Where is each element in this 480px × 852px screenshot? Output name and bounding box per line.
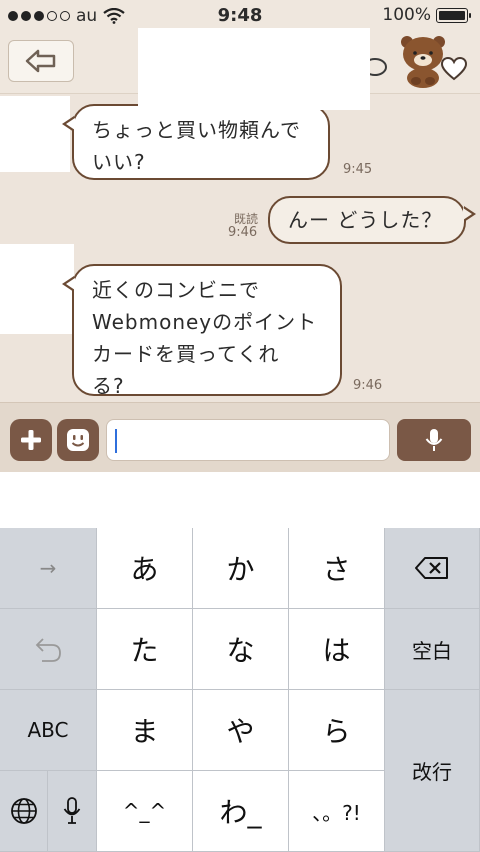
message-timestamp: 9:46 (228, 225, 258, 240)
battery-icon (436, 7, 471, 23)
japanese-kana-keyboard: → あ か さ た な は 空白 ABC ま や ら 改行 ^_^ わ_ 、。?… (0, 528, 480, 852)
message-input-bar (0, 402, 480, 472)
back-button[interactable] (8, 40, 74, 82)
message-text: Webmoneyのポイント (92, 310, 318, 334)
chat-header (0, 28, 480, 110)
key-space[interactable]: 空白 (385, 609, 480, 690)
message-text: いい? (92, 150, 146, 174)
avatar-redacted (0, 96, 70, 172)
key-ha[interactable]: は (289, 609, 385, 690)
key-emoticon[interactable]: ^_^ (97, 771, 193, 852)
emoji-button[interactable] (57, 419, 99, 461)
key-wa[interactable]: わ_ (193, 771, 289, 852)
microphone-icon (425, 429, 443, 451)
microphone-icon (63, 797, 81, 824)
message-timestamp: 9:45 (343, 162, 373, 177)
voice-message-button[interactable] (397, 419, 471, 461)
emoji-face-icon (67, 429, 89, 451)
message-input[interactable] (106, 419, 390, 461)
message-bubble-outgoing[interactable]: んー どうした？ (268, 196, 476, 244)
key-dictation[interactable] (48, 771, 97, 852)
heart-icon[interactable] (440, 56, 468, 82)
plus-icon (21, 430, 41, 450)
key-abc[interactable]: ABC (0, 690, 97, 771)
message-list[interactable]: ちょっと買い物頼んで いい? 9:45 既読 9:46 んー どうした？ 近くの… (0, 94, 480, 402)
message-text: 近くのコンビニで (92, 278, 260, 302)
key-ka[interactable]: か (193, 528, 289, 609)
key-delete[interactable] (385, 528, 480, 609)
key-enter[interactable]: 改行 (385, 690, 480, 852)
key-ta[interactable]: た (97, 609, 193, 690)
battery-status: 100% (382, 5, 471, 25)
key-na[interactable]: な (193, 609, 289, 690)
key-ra[interactable]: ら (289, 690, 385, 771)
message-bubble-incoming[interactable]: ちょっと買い物頼んで いい? (62, 104, 330, 180)
message-text: んー どうした？ (288, 208, 443, 232)
message-bubble-incoming[interactable]: 近くのコンビニで Webmoneyのポイント カードを買ってくれ る? (62, 264, 342, 398)
message-text: カードを買ってくれ (92, 342, 280, 366)
add-attachment-button[interactable] (10, 419, 52, 461)
key-undo[interactable] (0, 609, 97, 690)
keyboard-spacer (0, 472, 480, 528)
key-sa[interactable]: さ (289, 528, 385, 609)
key-ma[interactable]: ま (97, 690, 193, 771)
message-text: る? (92, 374, 125, 398)
battery-percent: 100% (382, 5, 431, 25)
chat-title-redacted (138, 28, 370, 110)
key-punctuation[interactable]: 、。?! (289, 771, 385, 852)
key-a[interactable]: あ (97, 528, 193, 609)
message-timestamp: 9:46 (353, 378, 383, 393)
key-globe[interactable] (0, 771, 48, 852)
globe-icon (10, 798, 37, 824)
key-ya[interactable]: や (193, 690, 289, 771)
delete-backspace-icon (415, 557, 448, 579)
text-caret (115, 429, 117, 453)
back-arrow-icon (25, 49, 56, 73)
undo-icon (35, 638, 61, 662)
key-next-arrow[interactable]: → (0, 528, 97, 609)
message-text: ちょっと買い物頼んで (92, 118, 301, 142)
